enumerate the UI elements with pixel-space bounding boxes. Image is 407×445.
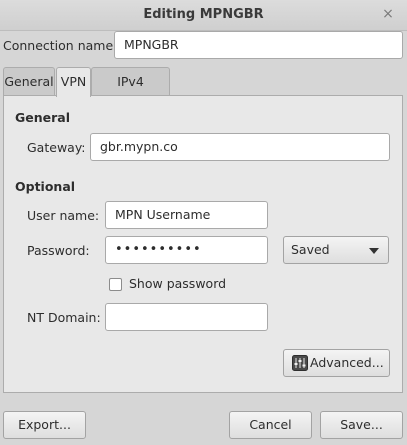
close-icon[interactable]: ×: [379, 5, 397, 23]
show-password-checkbox[interactable]: [109, 278, 122, 291]
tab-ipv4-settings[interactable]: IPv4 Settings: [91, 67, 170, 116]
window-title: Editing MPNGBR: [143, 7, 264, 22]
nt-domain-label: NT Domain:: [27, 310, 101, 325]
tab-vpn[interactable]: VPN: [56, 67, 91, 97]
nt-domain-input[interactable]: [105, 303, 268, 331]
password-storage-dropdown[interactable]: Saved: [283, 236, 389, 264]
window-titlebar: Editing MPNGBR ×: [0, 0, 407, 31]
settings-sliders-icon: [292, 355, 308, 371]
export-button[interactable]: Export...: [3, 411, 86, 439]
password-storage-value: Saved: [291, 242, 330, 257]
show-password-label[interactable]: Show password: [129, 276, 226, 291]
chevron-down-icon: [369, 248, 379, 254]
save-button[interactable]: Save...: [320, 411, 403, 439]
advanced-button-label: Advanced...: [310, 355, 384, 370]
gateway-input[interactable]: gbr.mypn.co: [90, 133, 390, 161]
password-label: Password:: [27, 243, 90, 258]
optional-section-heading: Optional: [15, 179, 76, 194]
username-input[interactable]: MPN Username: [105, 201, 268, 229]
username-label: User name:: [27, 208, 100, 223]
general-section-heading: General: [15, 110, 70, 125]
connection-name-input[interactable]: MPNGBR: [114, 31, 403, 59]
cancel-button[interactable]: Cancel: [229, 411, 312, 439]
advanced-button[interactable]: Advanced...: [283, 349, 390, 377]
connection-name-label: Connection name:: [3, 38, 118, 53]
password-input[interactable]: ••••••••••: [105, 236, 268, 264]
tab-general[interactable]: General: [3, 67, 55, 95]
gateway-label: Gateway:: [27, 140, 86, 155]
vpn-settings-panel: General Gateway: gbr.mypn.co Optional Us…: [3, 95, 403, 393]
